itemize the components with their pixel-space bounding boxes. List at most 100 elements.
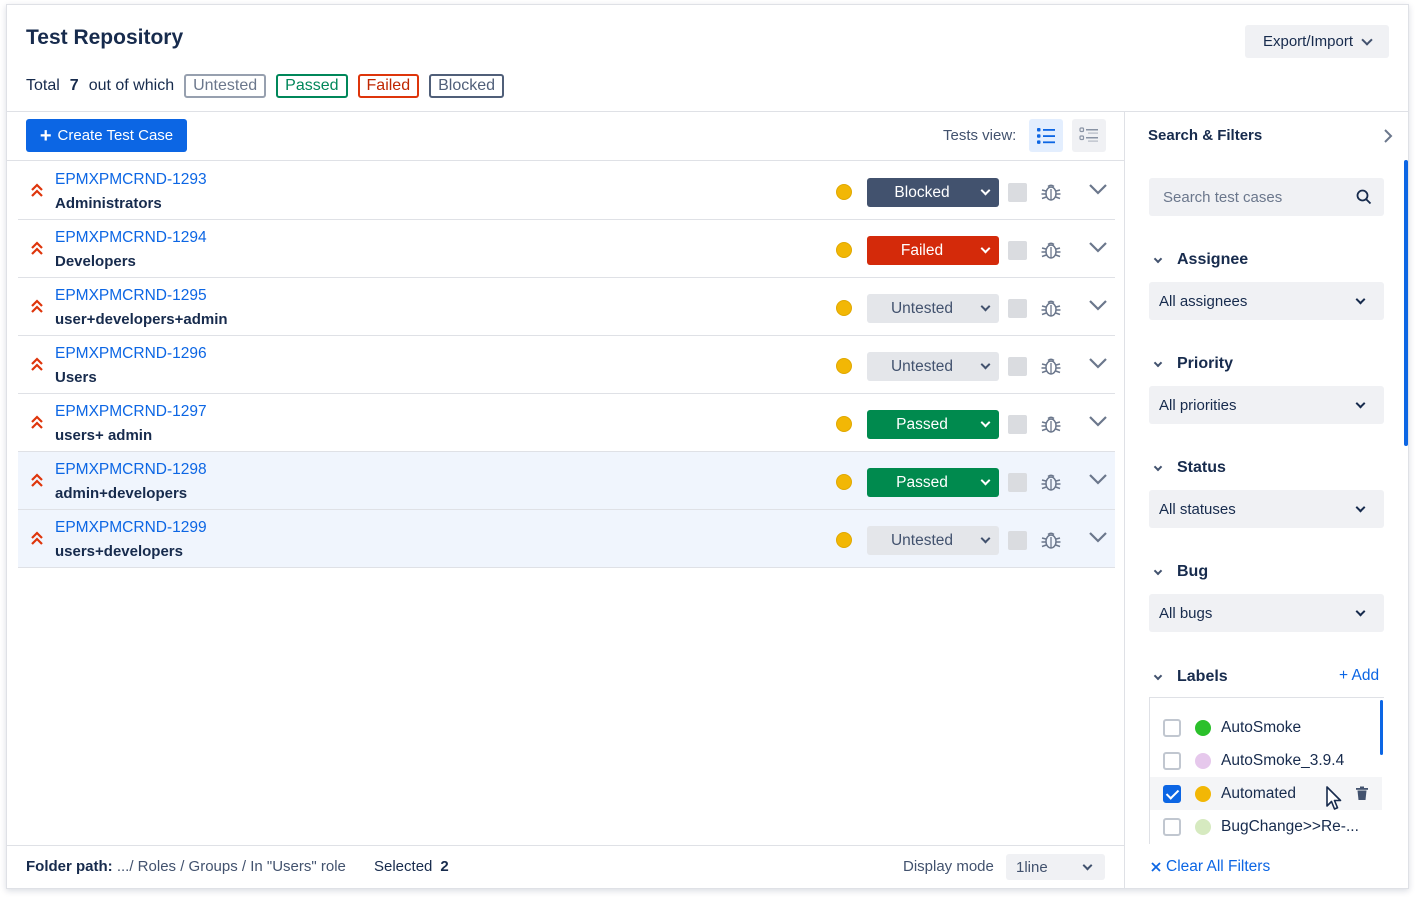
test-row[interactable]: EPMXPMCRND-1297 users+ admin Passed [18, 394, 1115, 452]
assignee-value: All assignees [1159, 292, 1248, 310]
selected-count-value: 2 [440, 858, 449, 875]
expand-row-icon[interactable] [1088, 240, 1108, 254]
folder-path: Folder path: .../ Roles / Groups / In "U… [26, 858, 346, 875]
labels-scrollbar[interactable] [1380, 700, 1383, 755]
bug-icon[interactable] [1040, 355, 1062, 377]
create-test-case-button[interactable]: + Create Test Case [26, 119, 187, 152]
status-label: Passed [896, 473, 948, 491]
test-row[interactable]: EPMXPMCRND-1294 Developers Failed [18, 220, 1115, 278]
row-checkbox[interactable] [1008, 357, 1027, 376]
high-priority-icon [31, 241, 43, 255]
row-checkbox[interactable] [1008, 299, 1027, 318]
search-filters-title: Search & Filters [1148, 127, 1263, 144]
bug-icon[interactable] [1040, 471, 1062, 493]
row-checkbox[interactable] [1008, 473, 1027, 492]
test-case-key-link[interactable]: EPMXPMCRND-1294 [55, 229, 207, 247]
label-checkbox[interactable] [1163, 784, 1181, 803]
expand-row-icon[interactable] [1088, 472, 1108, 486]
status-value: All statuses [1159, 500, 1236, 518]
create-test-case-label: Create Test Case [57, 127, 174, 144]
status-dropdown[interactable]: Untested [867, 352, 999, 381]
status-dropdown[interactable]: Untested [867, 294, 999, 323]
add-label-button[interactable]: + Add [1339, 667, 1379, 685]
status-dropdown[interactable]: Passed [867, 410, 999, 439]
bug-icon[interactable] [1040, 239, 1062, 261]
label-checkbox[interactable] [1163, 751, 1181, 770]
bug-icon[interactable] [1040, 181, 1062, 203]
bug-icon[interactable] [1040, 413, 1062, 435]
display-mode-select[interactable]: 1line [1006, 854, 1105, 880]
bug-filter-header[interactable]: Bug [1149, 563, 1208, 581]
expand-row-icon[interactable] [1088, 414, 1108, 428]
priority-filter-header[interactable]: Priority [1149, 355, 1233, 373]
row-checkbox[interactable] [1008, 241, 1027, 260]
test-row[interactable]: EPMXPMCRND-1293 Administrators Blocked [18, 162, 1115, 220]
test-summary: Total 7 out of which Untested Passed Fai… [26, 74, 505, 98]
panel-scrollbar[interactable] [1404, 160, 1408, 446]
test-row[interactable]: EPMXPMCRND-1295 user+developers+admin Un… [18, 278, 1115, 336]
row-checkbox[interactable] [1008, 415, 1027, 434]
row-checkbox[interactable] [1008, 183, 1027, 202]
test-case-name: user+developers+admin [55, 311, 228, 328]
export-import-button[interactable]: Export/Import [1245, 25, 1389, 58]
status-label: Failed [900, 241, 944, 259]
status-label: Blocked [894, 183, 950, 201]
summary-passed-badge: Passed [276, 74, 348, 98]
status-dropdown[interactable]: Untested [867, 526, 999, 555]
chevron-right-icon[interactable] [1381, 128, 1395, 144]
row-checkbox[interactable] [1008, 531, 1027, 550]
test-row[interactable]: EPMXPMCRND-1299 users+developers Unteste… [18, 510, 1115, 568]
test-row[interactable]: EPMXPMCRND-1296 Users Untested [18, 336, 1115, 394]
status-filter-header[interactable]: Status [1149, 459, 1226, 477]
chevron-down-icon [971, 475, 999, 486]
chevron-down-icon [1149, 668, 1167, 686]
priority-dot [836, 184, 852, 200]
expand-row-icon[interactable] [1088, 530, 1108, 544]
test-case-key-link[interactable]: EPMXPMCRND-1299 [55, 519, 207, 537]
status-dropdown[interactable]: Passed [867, 468, 999, 497]
detailed-view-button[interactable] [1072, 119, 1106, 152]
expand-row-icon[interactable] [1088, 182, 1108, 196]
test-case-key-link[interactable]: EPMXPMCRND-1297 [55, 403, 207, 421]
priority-dot [836, 532, 852, 548]
expand-row-icon[interactable] [1088, 298, 1108, 312]
label-item[interactable]: Automated [1150, 777, 1382, 810]
search-box [1149, 178, 1384, 216]
test-case-key-link[interactable]: EPMXPMCRND-1293 [55, 171, 207, 189]
label-color-dot [1195, 818, 1211, 835]
label-item[interactable]: AutoSmoke_3.9.4 [1150, 744, 1382, 777]
display-mode-value: 1line [1016, 858, 1048, 876]
status-dropdown[interactable]: Blocked [867, 178, 999, 207]
bug-select[interactable]: All bugs [1149, 594, 1384, 632]
label-item[interactable]: BugChange>>Re-... [1150, 810, 1382, 843]
status-dropdown[interactable]: Failed [867, 236, 999, 265]
assignee-select[interactable]: All assignees [1149, 282, 1384, 320]
bug-icon[interactable] [1040, 297, 1062, 319]
test-row[interactable]: EPMXPMCRND-1298 admin+developers Passed [18, 452, 1115, 510]
assignee-filter-header[interactable]: Assignee [1149, 251, 1248, 269]
test-case-key-link[interactable]: EPMXPMCRND-1295 [55, 287, 207, 305]
status-select[interactable]: All statuses [1149, 490, 1384, 528]
plus-icon: + [39, 124, 52, 147]
bug-icon[interactable] [1040, 529, 1062, 551]
chevron-down-icon [1355, 398, 1366, 408]
labels-filter-header[interactable]: Labels [1149, 668, 1228, 686]
clear-all-filters-button[interactable]: Clear All Filters [1150, 858, 1270, 876]
label-checkbox[interactable] [1163, 718, 1181, 737]
chevron-down-icon [1149, 355, 1167, 373]
search-input[interactable] [1163, 188, 1353, 206]
test-case-key-link[interactable]: EPMXPMCRND-1296 [55, 345, 207, 363]
search-icon[interactable] [1356, 189, 1372, 205]
expand-row-icon[interactable] [1088, 356, 1108, 370]
label-checkbox[interactable] [1163, 817, 1181, 836]
trash-icon[interactable] [1355, 786, 1369, 801]
label-item[interactable]: AutoSmoke [1150, 711, 1382, 744]
header-divider [7, 111, 1408, 112]
list-view-button[interactable] [1029, 119, 1063, 152]
chevron-down-icon [971, 301, 999, 312]
priority-select[interactable]: All priorities [1149, 386, 1384, 424]
status-label: Untested [890, 531, 954, 549]
test-case-key-link[interactable]: EPMXPMCRND-1298 [55, 461, 207, 479]
chevron-down-icon [971, 359, 999, 370]
toolbar-divider [7, 160, 1124, 161]
